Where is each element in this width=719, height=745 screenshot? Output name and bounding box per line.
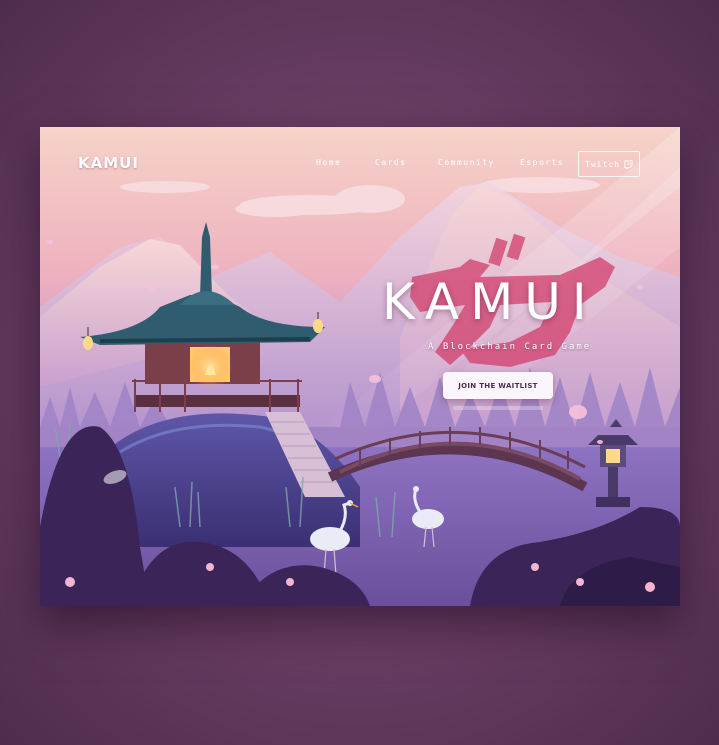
hero-subtitle: A Blockchain Card Game [428, 342, 592, 352]
twitch-button-label: Twitch [585, 159, 620, 169]
cta-caption-bar [453, 406, 543, 410]
brand-logo[interactable]: KAMUI [78, 154, 139, 172]
top-navigation: KAMUI Home Cards Community Esports Twitc… [40, 127, 680, 197]
nav-link-cards[interactable]: Cards [375, 158, 407, 167]
nav-link-esports[interactable]: Esports [520, 158, 564, 167]
hero-title: KAMUI [382, 273, 598, 331]
nav-link-community[interactable]: Community [438, 158, 495, 167]
join-waitlist-button[interactable]: JOIN THE WAITLIST [443, 372, 553, 399]
nav-link-home[interactable]: Home [316, 158, 341, 167]
twitch-icon [624, 159, 633, 169]
twitch-button[interactable]: Twitch [578, 151, 640, 177]
hero-illustration [40, 127, 680, 606]
landing-page-frame: KAMUI Home Cards Community Esports Twitc… [40, 127, 680, 606]
